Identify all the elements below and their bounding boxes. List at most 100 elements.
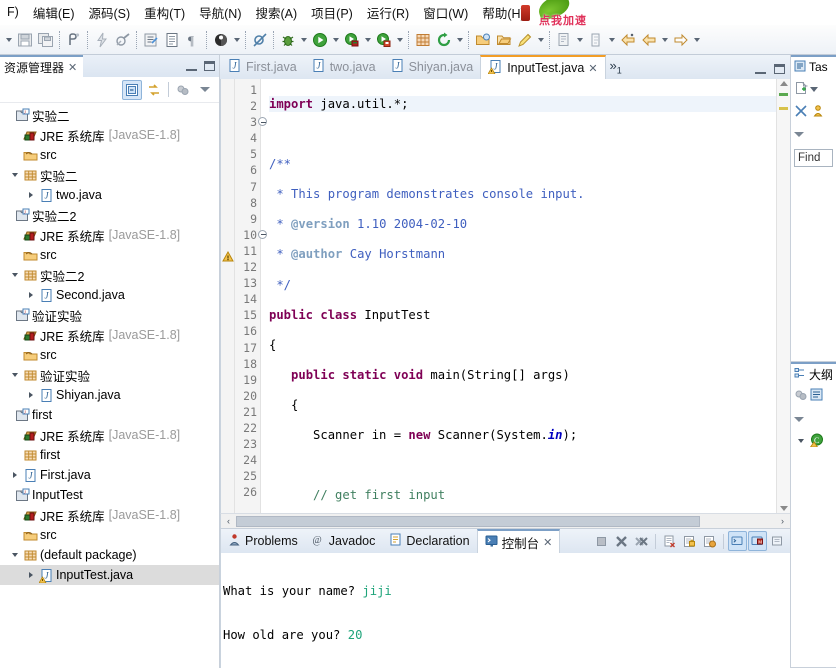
editor-tab-inputtest-java[interactable]: J InputTest.java ✕ xyxy=(480,55,606,79)
new-annotation-icon[interactable] xyxy=(63,29,84,51)
run-as-server-icon[interactable] xyxy=(373,29,394,51)
sort-icon[interactable] xyxy=(810,388,823,404)
editor-tab-first-java[interactable]: J First.java xyxy=(220,55,304,79)
expand-arrow-icon[interactable] xyxy=(8,173,21,177)
scrollbar-thumb[interactable] xyxy=(236,515,700,527)
expand-arrow-icon[interactable] xyxy=(24,292,37,298)
remove-all-terminated-icon[interactable] xyxy=(632,531,651,551)
new-java-class-dropdown[interactable] xyxy=(231,29,242,51)
tree-item[interactable]: J 实验二2 xyxy=(0,205,219,225)
marker-ruler[interactable] xyxy=(221,79,235,513)
delete-task-icon[interactable] xyxy=(794,104,808,121)
tree-item[interactable]: src xyxy=(0,345,219,365)
console-output[interactable]: What is your name? jiji How old are you?… xyxy=(221,554,790,668)
collapse-all-icon[interactable] xyxy=(122,79,142,100)
open-type-icon[interactable] xyxy=(161,29,182,51)
source-editor[interactable]: 1 2 3 4 5 6 7 8 9 10 11 12 13 14 15 16 17 18 19 20 21 22 23 24 2… xyxy=(220,79,790,513)
close-icon[interactable]: ✕ xyxy=(68,61,77,74)
console-tab-problems[interactable]: Problems xyxy=(221,529,305,553)
menu-item-window[interactable]: 窗口(W) xyxy=(416,0,475,25)
tree-item[interactable]: JRE 系统库 [JavaSE-1.8] xyxy=(0,125,219,145)
expand-arrow-icon[interactable] xyxy=(8,373,21,377)
refresh-icon[interactable] xyxy=(433,29,454,51)
expand-arrow-icon[interactable] xyxy=(8,553,21,557)
close-icon[interactable]: ✕ xyxy=(543,536,552,549)
console-tab-javadoc[interactable]: @ Javadoc xyxy=(305,529,383,553)
coverage-icon[interactable] xyxy=(341,29,362,51)
run-as-server-dropdown[interactable] xyxy=(394,29,405,51)
minimize-icon[interactable] xyxy=(186,62,197,71)
tree-item[interactable]: J Second.java xyxy=(0,285,219,305)
maximize-icon[interactable] xyxy=(774,64,785,74)
coverage-dropdown[interactable] xyxy=(362,29,373,51)
tree-item[interactable]: JRE 系统库 [JavaSE-1.8] xyxy=(0,505,219,525)
terminate-icon[interactable] xyxy=(592,531,611,551)
tree-item[interactable]: JRE 系统库 [JavaSE-1.8] xyxy=(0,325,219,345)
view-filter-icon[interactable] xyxy=(173,80,193,100)
outline-body[interactable] xyxy=(791,452,836,667)
menu-item-search[interactable]: 搜索(A) xyxy=(248,0,304,25)
toolbar-overflow-arrow[interactable] xyxy=(3,29,14,51)
view-menu-icon[interactable] xyxy=(195,80,215,100)
debug-icon[interactable] xyxy=(277,29,298,51)
forward-prev-icon[interactable] xyxy=(638,29,659,51)
pin-console-icon[interactable] xyxy=(768,531,787,551)
tree-item[interactable]: JRE 系统库 [JavaSE-1.8] xyxy=(0,425,219,445)
outline-item[interactable]: C xyxy=(791,430,836,452)
back-dropdown[interactable] xyxy=(659,29,670,51)
save-all-icon[interactable] xyxy=(35,29,56,51)
scroll-left-arrow-icon[interactable]: ‹ xyxy=(221,514,236,529)
editor-tab-two-java[interactable]: Jtwo.java xyxy=(304,55,383,79)
tree-item[interactable]: J 验证实验 xyxy=(0,305,219,325)
run-dropdown[interactable] xyxy=(330,29,341,51)
clear-console-icon[interactable] xyxy=(660,531,679,551)
console-tab-declaration[interactable]: Declaration xyxy=(382,529,476,553)
link-with-editor-icon[interactable] xyxy=(144,80,164,100)
quick-fix-icon[interactable] xyxy=(91,29,112,51)
scrollbar-track[interactable] xyxy=(236,514,775,528)
tree-item[interactable]: src xyxy=(0,525,219,545)
tab-outline[interactable]: 大纲 xyxy=(791,362,836,384)
print-dropdown[interactable] xyxy=(574,29,585,51)
view-menu-icon[interactable] xyxy=(794,131,804,137)
remove-launch-icon[interactable] xyxy=(612,531,631,551)
tree-item[interactable]: first xyxy=(0,445,219,465)
accelerator-badge[interactable]: 点我加速 xyxy=(513,0,623,28)
menu-item-edit[interactable]: 编辑(E) xyxy=(26,0,82,25)
open-folder-icon[interactable] xyxy=(472,29,493,51)
hide-fields-icon[interactable] xyxy=(794,388,808,405)
menu-item-file[interactable]: F) xyxy=(0,2,26,22)
expand-arrow-icon[interactable] xyxy=(8,273,21,277)
tree-item[interactable]: J InputTest xyxy=(0,485,219,505)
display-selected-console-icon[interactable] xyxy=(728,531,747,551)
run-icon[interactable] xyxy=(309,29,330,51)
tab-task-list[interactable]: Tas xyxy=(791,55,836,77)
expand-arrow-icon[interactable] xyxy=(24,572,37,578)
expand-arrow-icon[interactable] xyxy=(794,439,807,443)
editor-horizontal-scrollbar[interactable]: ‹ › xyxy=(220,513,790,528)
toggle-markup-icon[interactable] xyxy=(140,29,161,51)
expand-arrow-icon[interactable] xyxy=(8,472,21,478)
next-annotation-icon[interactable] xyxy=(585,29,606,51)
paragraph-marks-icon[interactable]: ¶ xyxy=(182,29,203,51)
task-list-body[interactable] xyxy=(791,171,836,361)
menu-item-run[interactable]: 运行(R) xyxy=(360,0,416,25)
skip-breakpoints-icon[interactable] xyxy=(249,29,270,51)
tree-item[interactable]: J First.java xyxy=(0,465,219,485)
tree-item[interactable]: src xyxy=(0,145,219,165)
console-tab-console[interactable]: 控制台 ✕ xyxy=(476,529,561,553)
overview-ruler[interactable] xyxy=(776,79,790,513)
scroll-up-arrow-icon[interactable] xyxy=(780,81,788,86)
view-menu-icon[interactable] xyxy=(794,416,804,422)
project-tree[interactable]: J 实验二 JRE 系统库 [JavaSE-1.8] src 实验二 Jtwo.java J 实… xyxy=(0,103,219,668)
maximize-icon[interactable] xyxy=(204,61,215,71)
new-java-class-icon[interactable] xyxy=(210,29,231,51)
open-console-icon[interactable]: M xyxy=(748,531,767,551)
tree-item[interactable]: src xyxy=(0,245,219,265)
new-java-project-icon[interactable] xyxy=(412,29,433,51)
scroll-down-arrow-icon[interactable] xyxy=(780,506,788,511)
tree-item[interactable]: J Shiyan.java xyxy=(0,385,219,405)
next-annotation-dropdown[interactable] xyxy=(606,29,617,51)
new-task-icon[interactable] xyxy=(794,81,808,98)
chevron-down-icon[interactable] xyxy=(810,86,818,92)
